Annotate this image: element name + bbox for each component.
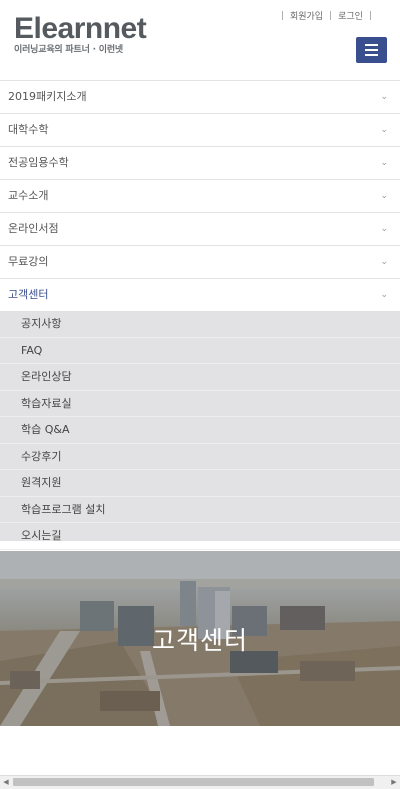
main-nav: 2019패키지소개 ⌄ 대학수학 ⌄ 전공임용수학 ⌄ 교수소개 ⌄ 온라인서점… xyxy=(0,80,400,311)
chevron-down-icon: ⌄ xyxy=(380,224,388,234)
nav-item-label: 고객센터 xyxy=(8,288,49,301)
nav-item-label: 2019패키지소개 xyxy=(8,90,87,103)
top-links: | 회원가입 | 로그인 | xyxy=(275,9,378,23)
nav-item-bookstore[interactable]: 온라인서점 ⌄ xyxy=(0,212,400,245)
hero-banner: 고객센터 xyxy=(0,551,400,726)
banner-title: 고객센터 xyxy=(151,626,248,655)
nav-item-university-math[interactable]: 대학수학 ⌄ xyxy=(0,113,400,146)
site-header: Elearnnet 이러닝교육의 파트너 · 이런넷 | 회원가입 | 로그인 … xyxy=(0,0,400,80)
logo-tagline: 이러닝교육의 파트너 · 이런넷 xyxy=(14,45,123,55)
submenu-item-resources[interactable]: 학습자료실 xyxy=(0,391,400,417)
logo-text: Elearnnet xyxy=(14,12,147,45)
nav-item-package[interactable]: 2019패키지소개 ⌄ xyxy=(0,80,400,113)
nav-item-label: 무료강의 xyxy=(8,255,49,268)
horizontal-scrollbar[interactable]: ◀ ▶ xyxy=(0,775,400,789)
nav-item-label: 대학수학 xyxy=(8,123,49,136)
customer-center-submenu: 공지사항 FAQ 온라인상담 학습자료실 학습 Q&A 수강후기 원격지원 학습… xyxy=(0,311,400,550)
submenu-item-faq[interactable]: FAQ xyxy=(0,338,400,364)
submenu-item-remote-support[interactable]: 원격지원 xyxy=(0,470,400,497)
nav-item-major-math[interactable]: 전공임용수학 ⌄ xyxy=(0,146,400,179)
chevron-down-icon: ⌄ xyxy=(380,191,388,201)
nav-item-professors[interactable]: 교수소개 ⌄ xyxy=(0,179,400,212)
nav-item-customer-center[interactable]: 고객센터 ⌄ xyxy=(0,278,400,311)
divider: | xyxy=(329,10,333,21)
nav-item-free-lectures[interactable]: 무료강의 ⌄ xyxy=(0,245,400,278)
chevron-down-icon: ⌄ xyxy=(380,158,388,168)
scroll-left-icon[interactable]: ◀ xyxy=(0,776,12,788)
scrollbar-thumb[interactable] xyxy=(13,778,374,786)
nav-item-label: 교수소개 xyxy=(8,189,49,202)
submenu-item-notice[interactable]: 공지사항 xyxy=(0,311,400,338)
chevron-down-icon: ⌄ xyxy=(380,92,388,102)
chevron-down-icon: ⌄ xyxy=(380,257,388,267)
submenu-item-directions[interactable]: 오시는길 xyxy=(0,523,400,550)
nav-item-label: 온라인서점 xyxy=(8,222,59,235)
divider: | xyxy=(368,10,372,21)
hamburger-icon xyxy=(365,44,378,46)
submenu-item-qna[interactable]: 학습 Q&A xyxy=(0,417,400,444)
scroll-right-icon[interactable]: ▶ xyxy=(388,776,400,788)
submenu-item-reviews[interactable]: 수강후기 xyxy=(0,444,400,470)
login-link[interactable]: 로그인 xyxy=(338,9,363,22)
hamburger-menu-button[interactable] xyxy=(356,37,387,63)
submenu-item-online-consult[interactable]: 온라인상담 xyxy=(0,364,400,391)
chevron-down-icon: ⌄ xyxy=(380,125,388,135)
nav-item-label: 전공임용수학 xyxy=(8,156,69,169)
chevron-down-icon: ⌄ xyxy=(380,290,388,300)
logo[interactable]: Elearnnet 이러닝교육의 파트너 · 이런넷 xyxy=(14,12,147,56)
signup-link[interactable]: 회원가입 xyxy=(290,9,323,22)
submenu-item-install-program[interactable]: 학습프로그램 설치 xyxy=(0,497,400,523)
divider: | xyxy=(280,10,284,21)
